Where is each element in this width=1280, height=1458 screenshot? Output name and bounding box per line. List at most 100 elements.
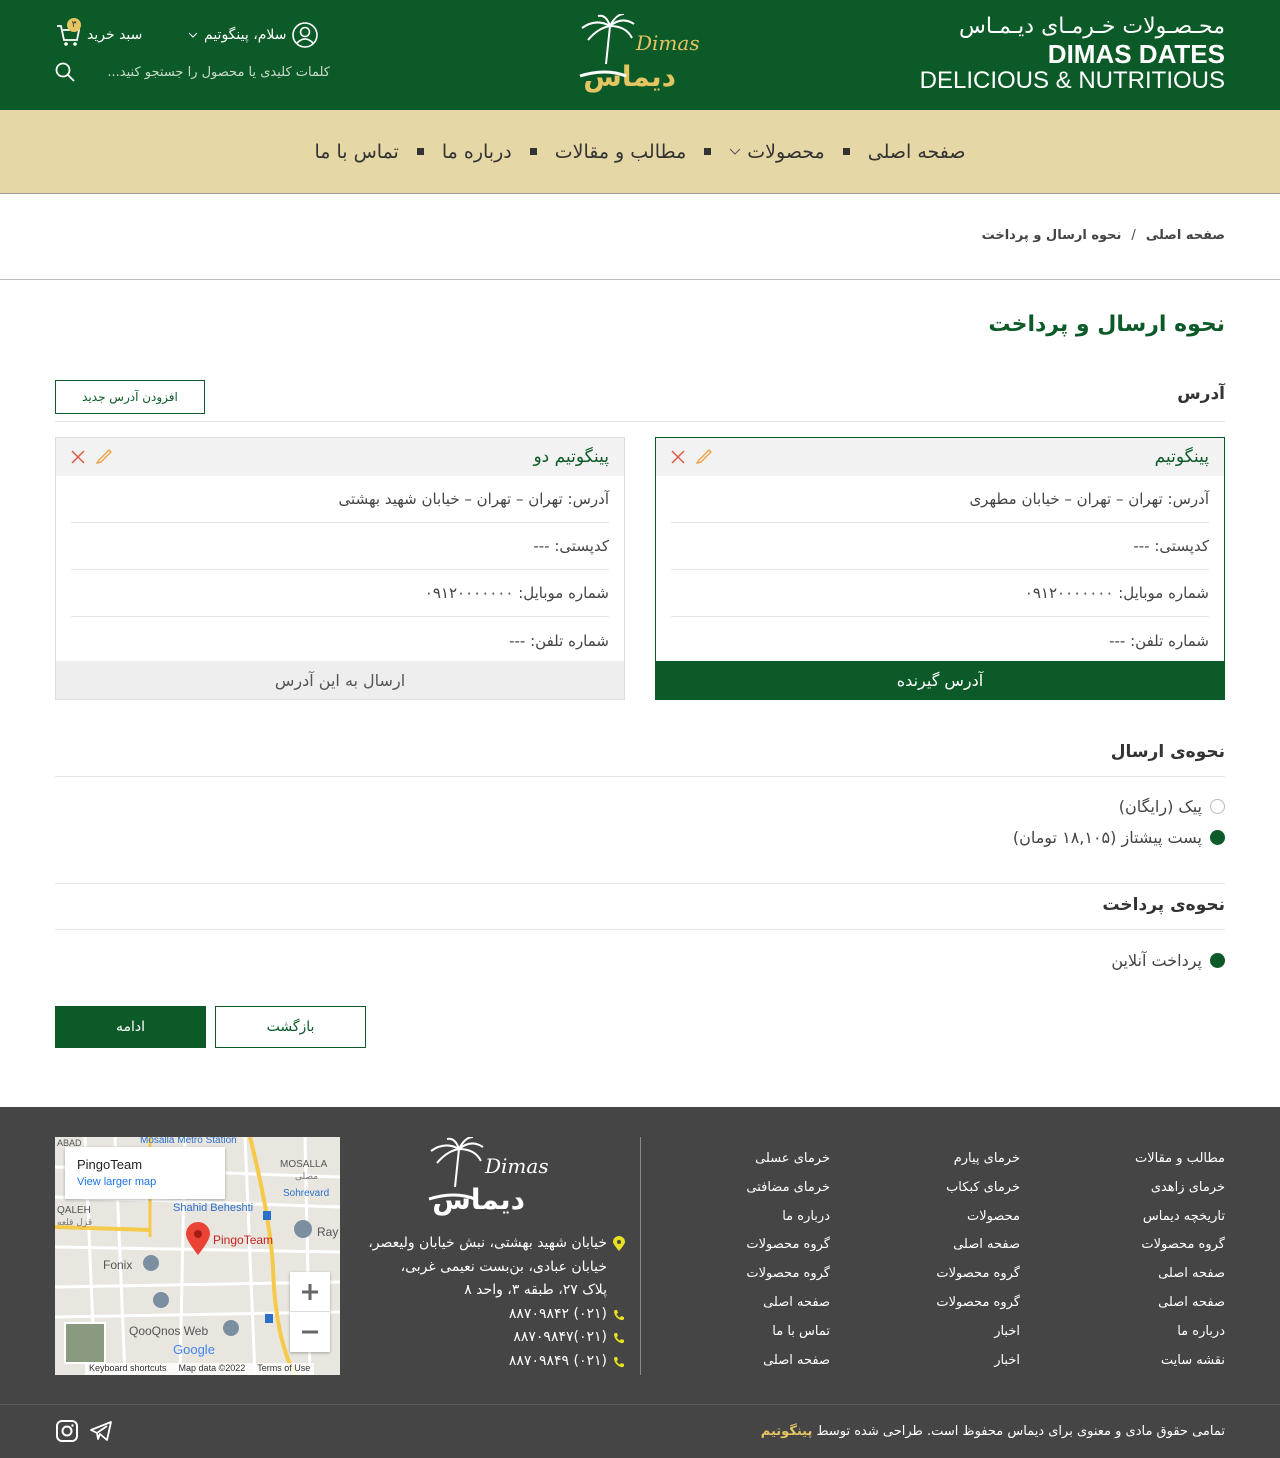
footer-divider: [0, 1404, 1280, 1405]
map-label: Mosalla Metro Station: [140, 1137, 237, 1146]
telegram-icon[interactable]: [89, 1419, 113, 1443]
map-label: QALEH: [57, 1205, 91, 1216]
map-credits: Keyboard shortcuts Map data ©2022 Terms …: [85, 1363, 315, 1375]
nav-item-home[interactable]: صفحه اصلی: [850, 141, 984, 163]
zoom-out-button[interactable]: [290, 1312, 330, 1352]
map-label: Ray: [317, 1225, 338, 1239]
divider: [0, 279, 1280, 280]
map-label: Google: [173, 1342, 215, 1357]
edit-icon[interactable]: [695, 449, 713, 465]
search-bar: [55, 58, 330, 86]
back-button[interactable]: بازگشت: [215, 1006, 366, 1048]
user-icon: [292, 22, 319, 48]
footer-link[interactable]: نقشه سایت: [1135, 1347, 1225, 1376]
chevron-down-icon: [188, 32, 198, 38]
map-label: Fonix: [103, 1258, 132, 1272]
keyboard-shortcuts-link[interactable]: Keyboard shortcuts: [89, 1363, 167, 1375]
add-address-button[interactable]: افزودن آدرس جدید: [55, 380, 205, 414]
copyright: تمامی حقوق مادی و معنوی برای دیماس محفوظ…: [761, 1424, 1225, 1439]
receiver-address-button[interactable]: آدرس گیرنده: [656, 661, 1224, 699]
phone-number: شماره تلفن: ---: [1109, 631, 1209, 650]
user-menu[interactable]: سلام، پینگوتیم: [188, 22, 319, 48]
footer-link[interactable]: خرمای زاهدی: [1135, 1174, 1225, 1203]
map-label: MOSALLA: [280, 1159, 328, 1170]
footer-link[interactable]: تماس با ما: [746, 1318, 830, 1347]
footer-link[interactable]: گروه محصولات: [936, 1289, 1020, 1318]
map-label: Shahid Beheshti: [173, 1202, 253, 1214]
footer-link[interactable]: درباره ما: [746, 1203, 830, 1232]
address-name: پینگوتیم: [1154, 447, 1209, 467]
nav-item-articles[interactable]: مطالب و مقالات: [537, 141, 705, 163]
map-label: QooQnos Web: [129, 1324, 208, 1338]
payment-option-online[interactable]: پرداخت آنلاین: [1111, 951, 1225, 970]
payment-option-label: پرداخت آنلاین: [1111, 951, 1202, 970]
footer-link[interactable]: اخبار: [936, 1347, 1020, 1376]
shipping-option-courier[interactable]: پیک (رایگان): [1119, 797, 1225, 816]
footer-link[interactable]: خرمای عسلی: [746, 1145, 830, 1174]
footer-link[interactable]: صفحه اصلی: [746, 1347, 830, 1376]
delete-icon[interactable]: [671, 450, 685, 464]
brand-en-title: DIMAS DATES: [1047, 39, 1225, 69]
map-info-card: PingoTeam View larger map: [65, 1147, 225, 1199]
footer-link[interactable]: گروه محصولات: [746, 1260, 830, 1289]
footer-link[interactable]: درباره ما: [1135, 1318, 1225, 1347]
address-card[interactable]: پینگوتیم دو آدرس: تهران – تهران – خیابان…: [55, 437, 625, 700]
footer-link[interactable]: خرمای مضافتی: [746, 1174, 830, 1203]
site-logo[interactable]: Dimas دیماس: [576, 14, 706, 96]
instagram-icon[interactable]: [55, 1419, 79, 1443]
footer-link[interactable]: صفحه اصلی: [1135, 1260, 1225, 1289]
footer-contact: خیابان شهید بهشتی، نبش خیابان ولیعصر، خی…: [360, 1232, 625, 1373]
footer-link[interactable]: گروه محصولات: [936, 1260, 1020, 1289]
logo-text-fa: دیماس: [583, 60, 676, 93]
map-label: مصلی: [295, 1172, 318, 1182]
terms-link[interactable]: Terms of Use: [257, 1363, 310, 1375]
view-larger-map-link[interactable]: View larger map: [77, 1176, 213, 1188]
footer-link[interactable]: مطالب و مقالات: [1135, 1145, 1225, 1174]
radio-button[interactable]: [1210, 799, 1225, 814]
nav-item-products[interactable]: محصولات: [711, 141, 842, 163]
search-icon[interactable]: [55, 62, 75, 82]
edit-icon[interactable]: [95, 449, 113, 465]
footer-link[interactable]: محصولات: [936, 1203, 1020, 1232]
site-footer: مطالب و مقالات خرمای زاهدی تاریخچه دیماس…: [0, 1107, 1280, 1458]
breadcrumb-home[interactable]: صفحه اصلی: [1146, 228, 1225, 243]
address-card[interactable]: پینگوتیم آدرس: تهران – تهران – خیابان مط…: [655, 437, 1225, 700]
footer-link[interactable]: تاریخچه دیماس: [1135, 1203, 1225, 1232]
radio-button[interactable]: [1210, 953, 1225, 968]
delete-icon[interactable]: [71, 450, 85, 464]
embedded-map[interactable]: ABAD Mosalla Metro Station MOSALLA مصلی …: [55, 1137, 340, 1375]
divider: [55, 883, 1225, 884]
footer-link[interactable]: خرمای پیارم: [936, 1145, 1020, 1174]
footer-link[interactable]: خرمای کبکاب: [936, 1174, 1020, 1203]
footer-link[interactable]: صفحه اصلی: [746, 1289, 830, 1318]
phone-icon: [614, 1309, 624, 1320]
footer-link[interactable]: صفحه اصلی: [1135, 1289, 1225, 1318]
zoom-in-button[interactable]: [290, 1272, 330, 1312]
shipping-option-post[interactable]: پست پیشتاز (۱۸,۱۰۵ تومان): [1013, 828, 1225, 847]
footer-link[interactable]: صفحه اصلی: [936, 1231, 1020, 1260]
footer-phone[interactable]: (۰۲۱)۸۸۷۰۹۸۴۷: [513, 1326, 607, 1350]
footer-link[interactable]: گروه محصولات: [1135, 1231, 1225, 1260]
footer-logo: Dimas دیماس: [428, 1137, 549, 1216]
footer-phone[interactable]: (۰۲۱) ۸۸۷۰۹۸۴۲: [509, 1303, 607, 1327]
search-input[interactable]: [85, 64, 330, 80]
nav-item-contact[interactable]: تماس با ما: [296, 141, 416, 163]
location-icon: [613, 1236, 625, 1251]
send-to-address-button[interactable]: ارسال به این آدرس: [56, 661, 624, 699]
radio-button[interactable]: [1210, 830, 1225, 845]
footer-phone[interactable]: (۰۲۱) ۸۸۷۰۹۸۴۹: [509, 1350, 607, 1374]
minus-icon: [302, 1330, 318, 1334]
page-title: نحوه ارسال و پرداخت: [988, 312, 1225, 337]
footer-links-col2: خرمای پیارم خرمای کبکاب محصولات صفحه اصل…: [936, 1145, 1020, 1375]
footer-link[interactable]: گروه محصولات: [746, 1231, 830, 1260]
phone-icon: [614, 1333, 624, 1344]
designer-link[interactable]: پینگوتیم: [761, 1424, 813, 1439]
footer-address-line: خیابان شهید بهشتی، نبش خیابان ولیعصر،: [368, 1235, 607, 1251]
continue-button[interactable]: ادامه: [55, 1006, 206, 1048]
cart-button[interactable]: سبد خرید ۳: [55, 18, 142, 48]
footer-link[interactable]: اخبار: [936, 1318, 1020, 1347]
map-place-name: PingoTeam: [77, 1157, 143, 1172]
nav-item-about[interactable]: درباره ما: [424, 141, 530, 163]
payment-section-title: نحوه‌ی پرداخت: [1102, 895, 1225, 915]
breadcrumb-current: نحوه ارسال و پرداخت: [981, 228, 1122, 243]
